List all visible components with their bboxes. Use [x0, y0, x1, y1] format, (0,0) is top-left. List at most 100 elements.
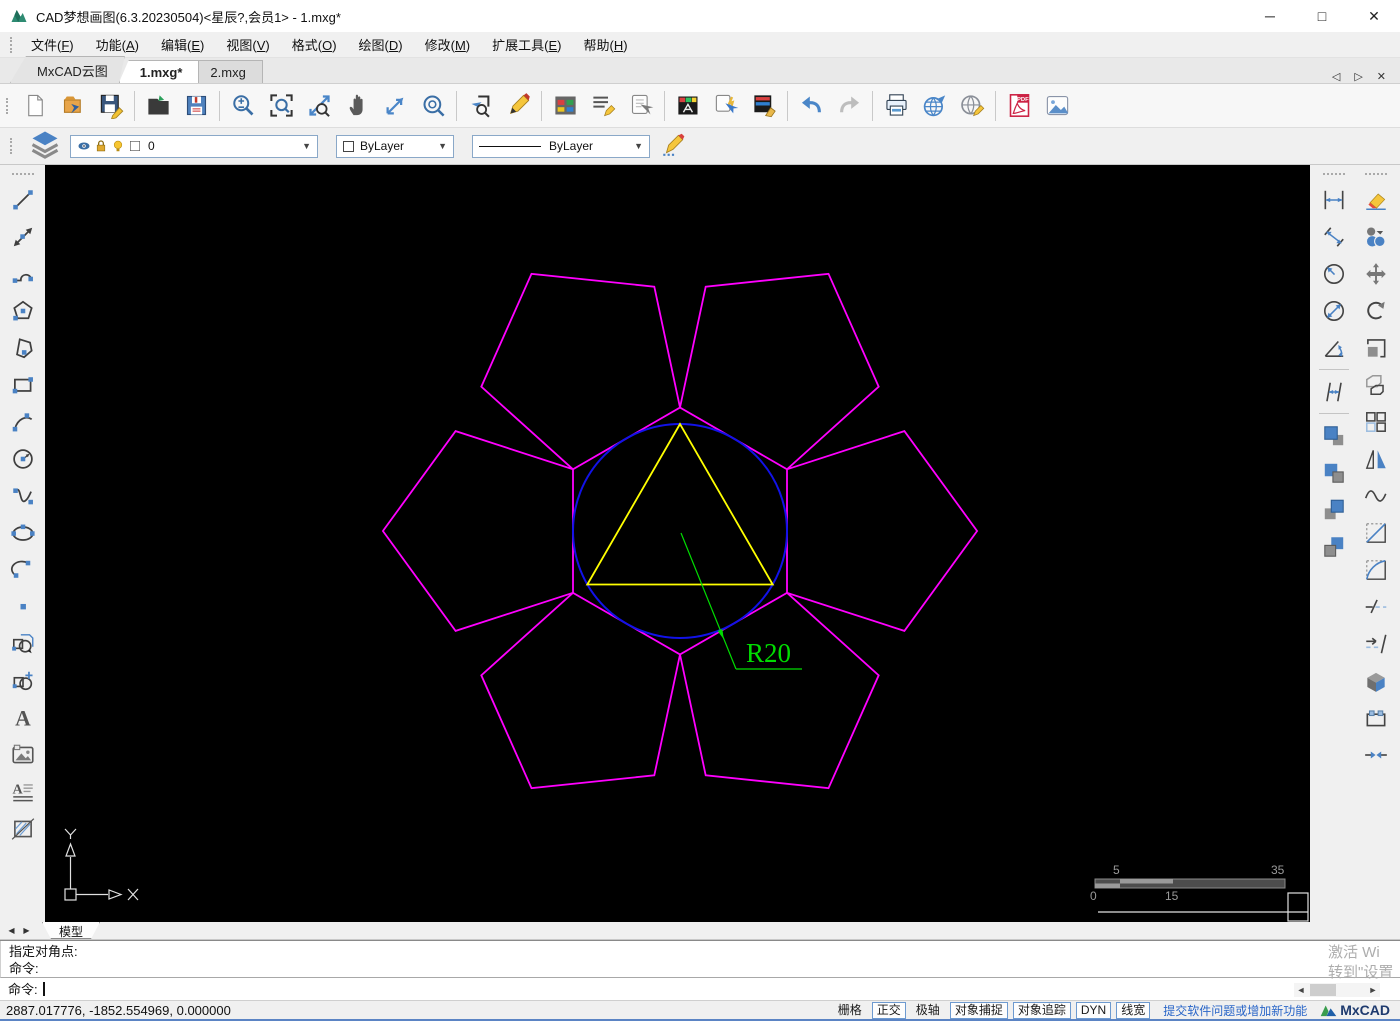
status-toggle-6[interactable]: DYN	[1075, 1001, 1112, 1019]
circle-icon[interactable]	[4, 440, 42, 477]
draworder-back-icon[interactable]	[1315, 454, 1353, 491]
linetype-edit-icon[interactable]	[584, 87, 622, 125]
dim-continue-icon[interactable]	[1315, 373, 1353, 410]
fit-curve-icon[interactable]	[1357, 477, 1395, 514]
insert-block-icon[interactable]	[4, 625, 42, 662]
arc-icon[interactable]	[4, 403, 42, 440]
line-icon[interactable]	[4, 181, 42, 218]
ellipse-arc-icon[interactable]	[4, 551, 42, 588]
layout-prev-icon[interactable]: ◀	[4, 922, 19, 939]
doc-tab-2[interactable]: 1.mxg*	[118, 60, 200, 83]
drawing-canvas[interactable]: R20 5 35 0 15	[45, 165, 1310, 922]
rotate-icon[interactable]	[1357, 292, 1395, 329]
trim-icon[interactable]	[1357, 588, 1395, 625]
copy-icon[interactable]	[1357, 218, 1395, 255]
dim-aligned-icon[interactable]	[1315, 218, 1353, 255]
draworder-above-icon[interactable]	[1315, 491, 1353, 528]
polygon-icon[interactable]	[4, 292, 42, 329]
polyline-icon[interactable]	[4, 255, 42, 292]
measure-axes-icon[interactable]	[376, 87, 414, 125]
rectangle-icon[interactable]	[4, 366, 42, 403]
zoom-extents-icon[interactable]	[300, 87, 338, 125]
scrollbar-thumb[interactable]	[1310, 984, 1336, 996]
save-edit-icon[interactable]	[92, 87, 130, 125]
zoom-center-icon[interactable]	[414, 87, 452, 125]
export-pdf-icon[interactable]: PDF	[1000, 87, 1038, 125]
move-icon[interactable]	[1357, 255, 1395, 292]
draw-settings-icon[interactable]	[660, 131, 686, 162]
maximize-icon[interactable]: □	[1296, 0, 1348, 32]
command-window[interactable]: 指定对角点: 命令: 命令: ◄ ► 激活 Wi 转到"设置	[0, 940, 1400, 1000]
menu-3[interactable]: 编辑(E)	[150, 32, 215, 57]
array-icon[interactable]	[1357, 403, 1395, 440]
minimize-icon[interactable]: ─	[1244, 0, 1296, 32]
layout-next-icon[interactable]: ▶	[19, 922, 34, 939]
create-block-icon[interactable]	[4, 662, 42, 699]
scroll-right-icon[interactable]: ►	[1366, 985, 1380, 995]
layer-settings-icon[interactable]	[546, 87, 584, 125]
text-style-icon[interactable]: A	[4, 773, 42, 810]
zoom-window-icon[interactable]	[262, 87, 300, 125]
web-publish-icon[interactable]	[915, 87, 953, 125]
status-toggle-3[interactable]: 极轴	[911, 1002, 945, 1019]
menu-5[interactable]: 格式(O)	[281, 32, 348, 57]
explode-icon[interactable]	[1357, 662, 1395, 699]
status-toggle-1[interactable]: 栅格	[833, 1002, 867, 1019]
text-icon[interactable]: A	[4, 699, 42, 736]
draworder-front-icon[interactable]	[1315, 417, 1353, 454]
extend-icon[interactable]	[1357, 625, 1395, 662]
point-icon[interactable]	[4, 588, 42, 625]
menu-4[interactable]: 视图(V)	[215, 32, 280, 57]
status-toggle-2[interactable]: 正交	[871, 1001, 906, 1019]
match-properties-icon[interactable]	[745, 87, 783, 125]
fillet-arc-icon[interactable]	[1357, 551, 1395, 588]
text-color-style-icon[interactable]	[669, 87, 707, 125]
layers-icon[interactable]	[30, 129, 60, 164]
menu-6[interactable]: 绘图(D)	[348, 32, 414, 57]
join-icon[interactable]	[1357, 736, 1395, 773]
view-previous-icon[interactable]	[461, 87, 499, 125]
dim-radius-icon[interactable]	[1315, 255, 1353, 292]
export-image-icon[interactable]	[1038, 87, 1076, 125]
erase-icon[interactable]	[1357, 181, 1395, 218]
status-toggle-4[interactable]: 对象捕捉	[949, 1001, 1008, 1019]
doc-tab-1[interactable]: MxCAD云图	[10, 56, 125, 83]
command-scrollbar[interactable]: ◄ ►	[1294, 983, 1380, 997]
polygon-irregular-icon[interactable]	[4, 329, 42, 366]
menu-8[interactable]: 扩展工具(E)	[481, 32, 572, 57]
linetype-select[interactable]: ByLayer ▼	[472, 134, 650, 158]
web-edit-icon[interactable]	[953, 87, 991, 125]
feedback-link[interactable]: 提交软件问题或增加新功能	[1163, 1002, 1307, 1019]
zoom-inout-icon[interactable]	[224, 87, 262, 125]
scale-icon[interactable]	[1357, 329, 1395, 366]
draworder-below-icon[interactable]	[1315, 528, 1353, 565]
save-as-icon[interactable]	[177, 87, 215, 125]
open-file-icon[interactable]	[139, 87, 177, 125]
mirror-icon[interactable]	[1357, 440, 1395, 477]
ellipse-icon[interactable]	[4, 514, 42, 551]
layer-select[interactable]: 0 ▼	[70, 134, 318, 158]
menu-1[interactable]: 文件(F)	[20, 32, 85, 57]
status-toggle-7[interactable]: 线宽	[1116, 1001, 1151, 1019]
redo-icon[interactable]	[830, 87, 868, 125]
dim-diameter-icon[interactable]	[1315, 292, 1353, 329]
print-icon[interactable]	[877, 87, 915, 125]
doc-tab-3[interactable]: 2.mxg	[193, 60, 263, 83]
open-project-icon[interactable]	[54, 87, 92, 125]
tab-scroll-left-icon[interactable]: ◁	[1332, 70, 1340, 83]
quick-select-icon[interactable]	[707, 87, 745, 125]
construction-line-icon[interactable]	[4, 218, 42, 255]
tab-model[interactable]: 模型	[42, 922, 100, 939]
menu-7[interactable]: 修改(M)	[414, 32, 482, 57]
undo-icon[interactable]	[792, 87, 830, 125]
dim-linear-icon[interactable]	[1315, 181, 1353, 218]
image-icon[interactable]	[4, 736, 42, 773]
fillet-line-icon[interactable]	[1357, 514, 1395, 551]
offset-icon[interactable]	[1357, 366, 1395, 403]
pan-icon[interactable]	[338, 87, 376, 125]
draw-edit-icon[interactable]	[499, 87, 537, 125]
scroll-left-icon[interactable]: ◄	[1294, 985, 1308, 995]
stretch-icon[interactable]	[1357, 699, 1395, 736]
status-toggle-5[interactable]: 对象追踪	[1012, 1001, 1071, 1019]
new-file-icon[interactable]	[16, 87, 54, 125]
